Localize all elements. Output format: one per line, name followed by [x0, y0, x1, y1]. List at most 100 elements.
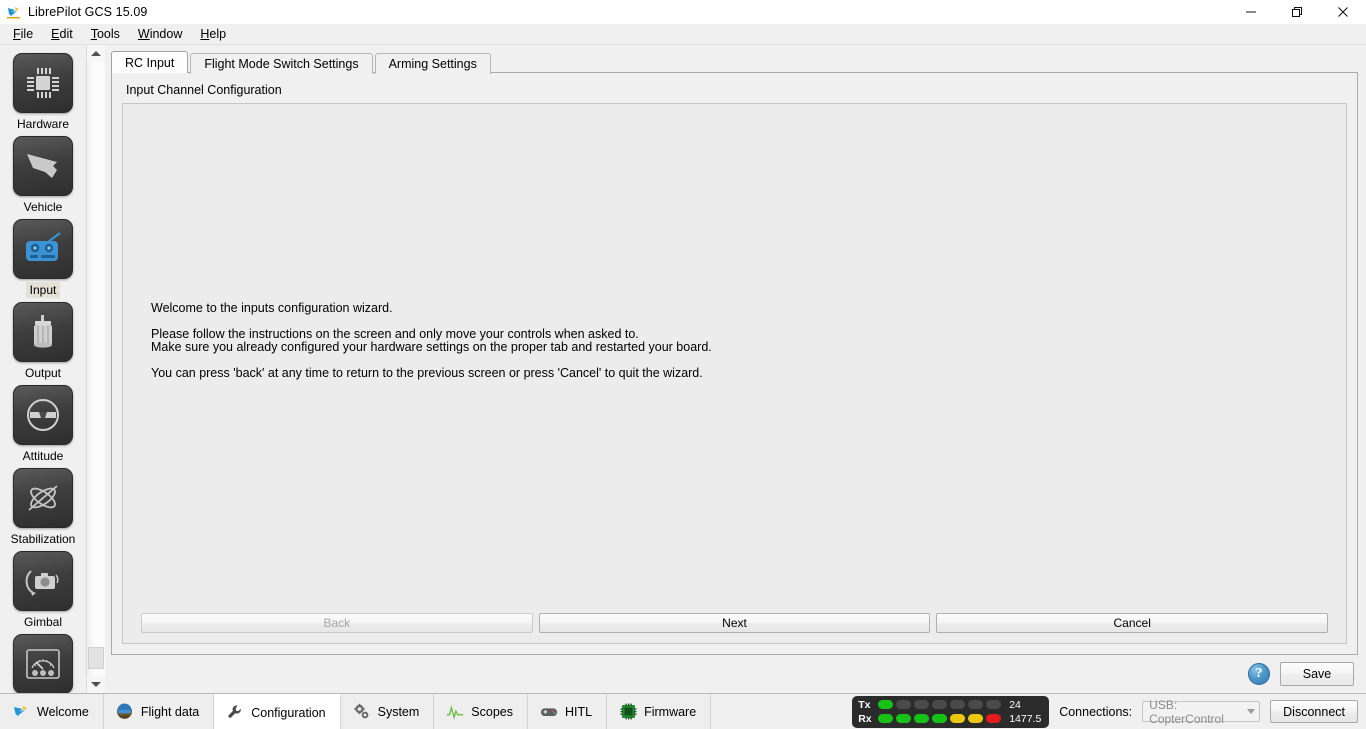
- telemetry-rx-label: Rx: [858, 712, 872, 725]
- menu-tools[interactable]: Tools: [82, 25, 129, 43]
- rx-led: [950, 714, 966, 723]
- pilot-helmet-icon: [116, 703, 134, 721]
- close-icon[interactable]: [1320, 0, 1366, 24]
- scroll-up-icon[interactable]: [87, 45, 105, 62]
- chevron-down-icon: [1247, 709, 1256, 714]
- restore-icon[interactable]: [1274, 0, 1320, 24]
- connections-label: Connections:: [1059, 704, 1133, 719]
- disconnect-button[interactable]: Disconnect: [1270, 700, 1358, 723]
- rx-led: [986, 714, 1002, 723]
- camera-gimbal-icon: [13, 551, 73, 611]
- wrench-icon: [226, 704, 244, 722]
- next-button[interactable]: Next: [538, 613, 931, 633]
- scroll-down-icon[interactable]: [87, 676, 105, 693]
- rx-led: [914, 714, 930, 723]
- chip-icon: [13, 53, 73, 113]
- gears-icon: [353, 703, 371, 721]
- tab-flight-mode-switch-settings[interactable]: Flight Mode Switch Settings: [190, 53, 373, 74]
- sidebar-item-gauge[interactable]: [0, 634, 86, 693]
- waveform-icon: [446, 703, 464, 721]
- cancel-button[interactable]: Cancel: [936, 613, 1329, 633]
- scrollbar-thumb[interactable]: [88, 647, 104, 669]
- taskbar-tab-label: Scopes: [471, 704, 513, 719]
- telemetry-tx-label: Tx: [858, 698, 871, 711]
- librepilot-gcs-window: LibrePilot GCS 15.09 File Edit Tools Win…: [0, 0, 1366, 729]
- configuration-content: RC Input Flight Mode Switch Settings Arm…: [105, 45, 1366, 693]
- taskbar-tab-hitl[interactable]: HITL: [528, 694, 608, 729]
- sidebar-item-label: Input: [25, 282, 61, 298]
- taskbar-tab-label: Configuration: [251, 705, 326, 720]
- menu-help[interactable]: Help: [191, 25, 235, 43]
- rc-input-pane: Input Channel Configuration Welcome to t…: [111, 72, 1358, 655]
- tab-label: Arming Settings: [388, 57, 477, 71]
- telemetry-indicator: Tx 24 Rx 1477.5: [852, 695, 1050, 728]
- scrollbar-track[interactable]: [87, 62, 105, 676]
- taskbar-tab-configuration[interactable]: Configuration: [214, 694, 341, 729]
- tab-arming-settings[interactable]: Arming Settings: [374, 53, 491, 74]
- sidebar-item-input[interactable]: Input: [0, 219, 86, 298]
- taskbar-tab-scopes[interactable]: Scopes: [434, 694, 528, 729]
- taskbar-tab-firmware[interactable]: Firmware: [607, 694, 712, 729]
- help-question-icon[interactable]: ?: [1248, 663, 1270, 685]
- pane-title: Input Channel Configuration: [126, 83, 282, 97]
- rx-led: [878, 714, 894, 723]
- menu-window[interactable]: Window: [129, 25, 191, 43]
- sidebar-item-hardware[interactable]: Hardware: [0, 53, 86, 132]
- taskbar-tab-label: Firmware: [644, 704, 697, 719]
- sidebar-item-label: Attitude: [22, 449, 64, 463]
- back-button[interactable]: Back: [141, 613, 533, 633]
- main-body: Hardware Vehicle Input Output Attitude S…: [0, 45, 1366, 693]
- menu-edit[interactable]: Edit: [42, 25, 82, 43]
- taskbar-tab-label: HITL: [565, 704, 593, 719]
- wizard-line-3: Make sure you already configured your ha…: [151, 340, 712, 354]
- tx-led: [986, 700, 1002, 709]
- rx-led: [932, 714, 948, 723]
- configuration-sidebar: Hardware Vehicle Input Output Attitude S…: [0, 45, 105, 693]
- motor-icon: [13, 302, 73, 362]
- spirit-level-icon: [13, 385, 73, 445]
- tx-led: [950, 700, 966, 709]
- sidebar-item-stabilization[interactable]: Stabilization: [0, 468, 86, 547]
- telemetry-rx-value: 1477.5: [1009, 712, 1042, 725]
- tx-led: [932, 700, 948, 709]
- sidebar-item-label: Gimbal: [23, 615, 62, 629]
- window-title: LibrePilot GCS 15.09: [28, 5, 148, 19]
- wizard-line-4: You can press 'back' at any time to retu…: [151, 366, 703, 380]
- gamepad-icon: [540, 703, 558, 721]
- telemetry-rx-row: Rx 1477.5: [858, 713, 1043, 725]
- rx-led: [896, 714, 912, 723]
- bird-icon: [12, 703, 30, 721]
- menu-file-label: ile: [20, 27, 34, 41]
- tx-led: [878, 700, 894, 709]
- connection-select[interactable]: USB: CopterControl: [1142, 698, 1261, 726]
- wizard-instructions: Welcome to the inputs configuration wiza…: [151, 302, 712, 380]
- librepilot-bird-icon: [6, 4, 22, 20]
- minimize-icon[interactable]: [1228, 0, 1274, 24]
- sidebar-item-label: Output: [24, 366, 62, 380]
- sidebar-scrollbar[interactable]: [86, 45, 105, 693]
- connection-value: USB: CopterControl: [1149, 697, 1224, 726]
- wizard-body: Welcome to the inputs configuration wiza…: [123, 104, 1346, 605]
- sidebar-item-attitude[interactable]: Attitude: [0, 385, 86, 464]
- taskbar-tab-label: Flight data: [140, 704, 200, 719]
- save-button[interactable]: Save: [1280, 662, 1354, 686]
- sidebar-item-gimbal[interactable]: Gimbal: [0, 551, 86, 630]
- taskbar-tab-label: System: [377, 704, 420, 719]
- rc-transmitter-icon: [13, 219, 73, 279]
- sidebar-item-label: Stabilization: [10, 532, 76, 546]
- telemetry-tx-row: Tx 24: [858, 699, 1043, 711]
- mode-taskbar: Welcome Flight data Configuration System…: [0, 693, 1366, 729]
- wizard-line-1: Welcome to the inputs configuration wiza…: [151, 301, 393, 315]
- mode-tabs: Welcome Flight data Configuration System…: [0, 694, 712, 729]
- taskbar-tab-welcome[interactable]: Welcome: [0, 694, 104, 729]
- tx-led: [968, 700, 984, 709]
- wizard-buttons: Back Next Cancel: [123, 605, 1346, 643]
- menu-file[interactable]: File: [4, 25, 42, 43]
- title-bar: LibrePilot GCS 15.09: [0, 0, 1366, 24]
- taskbar-tab-flight-data[interactable]: Flight data: [103, 694, 215, 729]
- taskbar-tab-system[interactable]: System: [340, 694, 435, 729]
- tab-rc-input[interactable]: RC Input: [111, 51, 189, 73]
- sidebar-item-vehicle[interactable]: Vehicle: [0, 136, 86, 215]
- sidebar-item-output[interactable]: Output: [0, 302, 86, 381]
- tab-bar: RC Input Flight Mode Switch Settings Arm…: [111, 51, 1358, 74]
